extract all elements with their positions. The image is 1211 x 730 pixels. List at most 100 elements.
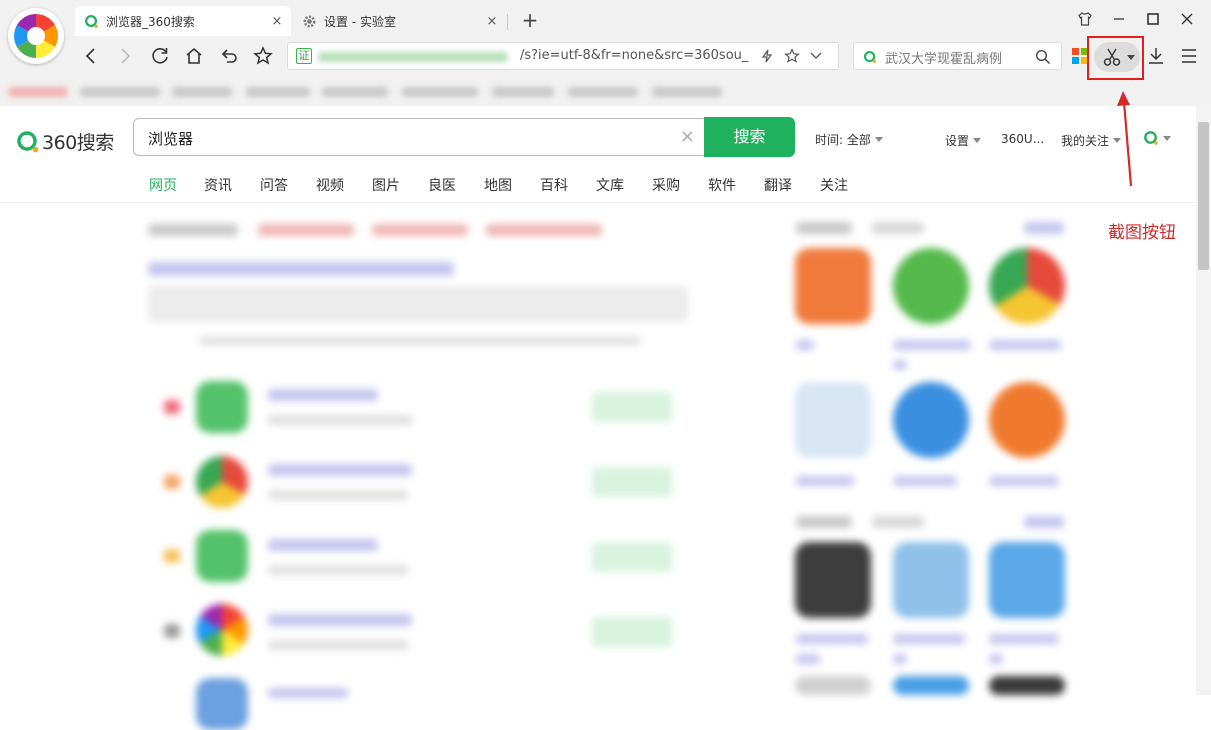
new-tab-button[interactable]: + <box>518 8 542 32</box>
sidebar-app-name[interactable] <box>989 634 1059 644</box>
sidebar-app-icon[interactable] <box>893 676 969 695</box>
bookmark-item[interactable] <box>492 87 554 97</box>
lightning-icon[interactable] <box>760 49 774 63</box>
download-button[interactable] <box>592 392 672 422</box>
search-button[interactable]: 搜索 <box>704 117 795 157</box>
user-link[interactable]: 360U... <box>1001 132 1044 146</box>
sidebar-app-name[interactable] <box>893 360 907 370</box>
sidebar-app-icon[interactable] <box>989 248 1065 324</box>
rank-badge <box>164 475 180 489</box>
sidebar-app-name[interactable] <box>893 340 971 350</box>
bookmark-item[interactable] <box>568 87 638 97</box>
sidebar-app-name[interactable] <box>989 340 1061 350</box>
app-title[interactable] <box>268 688 348 698</box>
sidebar-app-name[interactable] <box>989 654 1003 664</box>
page-scrollbar[interactable] <box>1196 106 1211 695</box>
download-button[interactable] <box>592 467 672 497</box>
tab-library[interactable]: 文库 <box>596 175 624 195</box>
sidebar-app-name[interactable] <box>796 476 854 486</box>
tab-software[interactable]: 软件 <box>708 175 736 195</box>
forward-button[interactable] <box>113 44 137 68</box>
tab-close-icon[interactable]: × <box>267 14 287 29</box>
tab-webpage[interactable]: 网页 <box>149 175 177 195</box>
tab-qa[interactable]: 问答 <box>260 175 288 195</box>
browser-logo[interactable] <box>8 8 64 64</box>
query-input[interactable]: 浏览器 × <box>133 118 705 156</box>
sidebar-app-name[interactable] <box>893 476 957 486</box>
bookmark-star-icon[interactable] <box>784 48 800 64</box>
chevron-down-icon[interactable] <box>810 51 822 61</box>
brand-logo[interactable]: 360搜索 <box>16 128 114 155</box>
app-title[interactable] <box>268 464 412 476</box>
skin-button[interactable] <box>1073 8 1097 30</box>
download-button[interactable] <box>592 542 672 572</box>
undo-close-button[interactable] <box>217 44 241 68</box>
close-window-button[interactable] <box>1175 8 1199 30</box>
time-filter-dropdown[interactable]: 时间: 全部 <box>815 131 883 148</box>
bookmark-item[interactable] <box>8 87 68 97</box>
app-title[interactable] <box>268 614 412 626</box>
toolbar-search-box[interactable]: 武汉大学现霍乱病例 <box>853 42 1062 70</box>
clear-query-icon[interactable]: × <box>680 126 695 147</box>
tab-translate[interactable]: 翻译 <box>764 175 792 195</box>
bookmark-item[interactable] <box>402 87 478 97</box>
tab-images[interactable]: 图片 <box>372 175 400 195</box>
sidebar-app-icon[interactable] <box>893 382 969 458</box>
tab-follow[interactable]: 关注 <box>820 175 848 195</box>
sidebar-more-link[interactable] <box>1024 222 1064 234</box>
tab-close-icon[interactable]: × <box>482 14 502 29</box>
sidebar-app-icon[interactable] <box>795 382 871 458</box>
tab-search-results[interactable]: 浏览器_360搜索 × <box>75 6 291 36</box>
bookmark-item[interactable] <box>322 87 388 97</box>
tab-news[interactable]: 资讯 <box>204 175 232 195</box>
scrollbar-thumb[interactable] <box>1198 122 1209 270</box>
address-bar[interactable]: 证 /s?ie=utf-8&fr=none&src=360sou_ <box>287 42 839 70</box>
tab-medical[interactable]: 良医 <box>428 175 456 195</box>
sidebar-app-name[interactable] <box>893 654 907 664</box>
tab-video[interactable]: 视频 <box>316 175 344 195</box>
certificate-icon[interactable]: 证 <box>296 48 312 64</box>
bookmark-item[interactable] <box>652 87 722 97</box>
browser-logo-icon <box>14 14 58 58</box>
sidebar-app-name[interactable] <box>989 476 1059 486</box>
maximize-button[interactable] <box>1141 8 1165 30</box>
minimize-button[interactable] <box>1107 8 1131 30</box>
refresh-icon <box>152 48 168 64</box>
download-icon[interactable] <box>1146 46 1166 66</box>
search-icon[interactable] <box>1035 49 1051 65</box>
menu-icon[interactable] <box>1180 47 1198 65</box>
account-menu[interactable] <box>1143 130 1171 146</box>
sidebar-app-icon[interactable] <box>893 248 969 324</box>
rank-badge <box>164 624 180 638</box>
tab-map[interactable]: 地图 <box>484 175 512 195</box>
sidebar-app-icon[interactable] <box>795 248 871 324</box>
sidebar-app-name[interactable] <box>796 340 814 350</box>
sidebar-app-name[interactable] <box>796 634 868 644</box>
download-button[interactable] <box>592 617 672 647</box>
app-title[interactable] <box>268 539 378 551</box>
tab-shopping[interactable]: 采购 <box>652 175 680 195</box>
sidebar-app-icon[interactable] <box>989 542 1065 618</box>
home-button[interactable] <box>182 44 206 68</box>
app-title[interactable] <box>268 389 378 401</box>
sidebar-more-link[interactable] <box>1024 516 1064 528</box>
back-button[interactable] <box>79 44 103 68</box>
sidebar-app-name[interactable] <box>893 634 965 644</box>
tab-encyclopedia[interactable]: 百科 <box>540 175 568 195</box>
bookmark-item[interactable] <box>80 87 160 97</box>
sidebar-app-icon[interactable] <box>795 676 871 695</box>
sidebar-app-icon[interactable] <box>893 542 969 618</box>
result-title[interactable] <box>148 262 454 276</box>
sidebar-app-icon[interactable] <box>989 676 1065 695</box>
apps-grid-icon[interactable] <box>1072 48 1088 64</box>
sidebar-app-name[interactable] <box>796 654 820 664</box>
bookmark-item[interactable] <box>246 87 310 97</box>
chevron-right-icon <box>121 48 131 64</box>
sidebar-app-icon[interactable] <box>795 542 871 618</box>
tab-settings-lab[interactable]: 设置 - 实验室 × <box>293 6 506 36</box>
sidebar-app-icon[interactable] <box>989 382 1065 458</box>
bookmark-item[interactable] <box>172 87 232 97</box>
favorite-button[interactable] <box>251 44 275 68</box>
settings-dropdown[interactable]: 设置 <box>945 132 982 149</box>
refresh-button[interactable] <box>148 44 172 68</box>
